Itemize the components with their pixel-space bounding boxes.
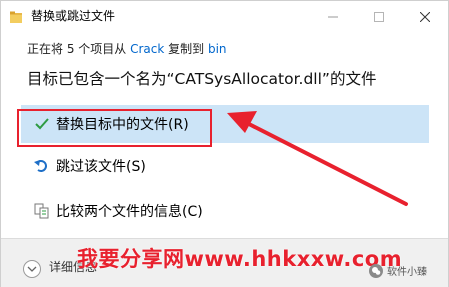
maximize-icon [374,11,384,22]
title-bar: 替换或跳过文件 [1,1,448,32]
close-icon [420,11,430,22]
close-button[interactable] [402,1,448,32]
folder-copy-icon [9,9,23,23]
minimize-icon [328,16,338,17]
compare-option-label: 比较两个文件的信息(C) [56,204,203,220]
skip-arrow-icon [34,158,50,174]
site-watermark: 我要分享网www.hhkxxw.com [77,247,403,271]
compare-files-option[interactable]: 比较两个文件的信息(C) [21,192,281,230]
annotation-highlight-box [17,109,212,147]
skip-file-option[interactable]: 跳过该文件(S) [21,147,261,185]
copy-progress-text: 正在将 5 个项目从 Crack 复制到 bin [27,41,227,57]
brand-name: 软件小臻 [387,267,427,278]
replace-or-skip-dialog: 替换或跳过文件 正在将 5 个项目从 Crack 复制到 bin 目标已包含一个… [0,0,449,287]
window-title: 替换或跳过文件 [31,9,116,23]
maximize-button[interactable] [356,1,402,32]
skip-option-label: 跳过该文件(S) [56,159,146,175]
source-folder-link[interactable]: Crack [130,42,164,56]
details-toggle-button[interactable] [23,260,41,278]
brand-badge: 软件小臻 [369,263,427,278]
wechat-logo-icon [369,263,383,278]
progress-prefix: 正在将 5 个项目从 [27,42,131,56]
progress-middle: 复制到 [164,42,208,56]
compare-documents-icon [34,203,50,219]
minimize-button[interactable] [310,1,356,32]
destination-folder-link[interactable]: bin [208,42,227,56]
conflict-heading: 目标已包含一个名为“CATSysAllocator.dll”的文件 [27,70,377,88]
chevron-down-icon [27,266,37,272]
